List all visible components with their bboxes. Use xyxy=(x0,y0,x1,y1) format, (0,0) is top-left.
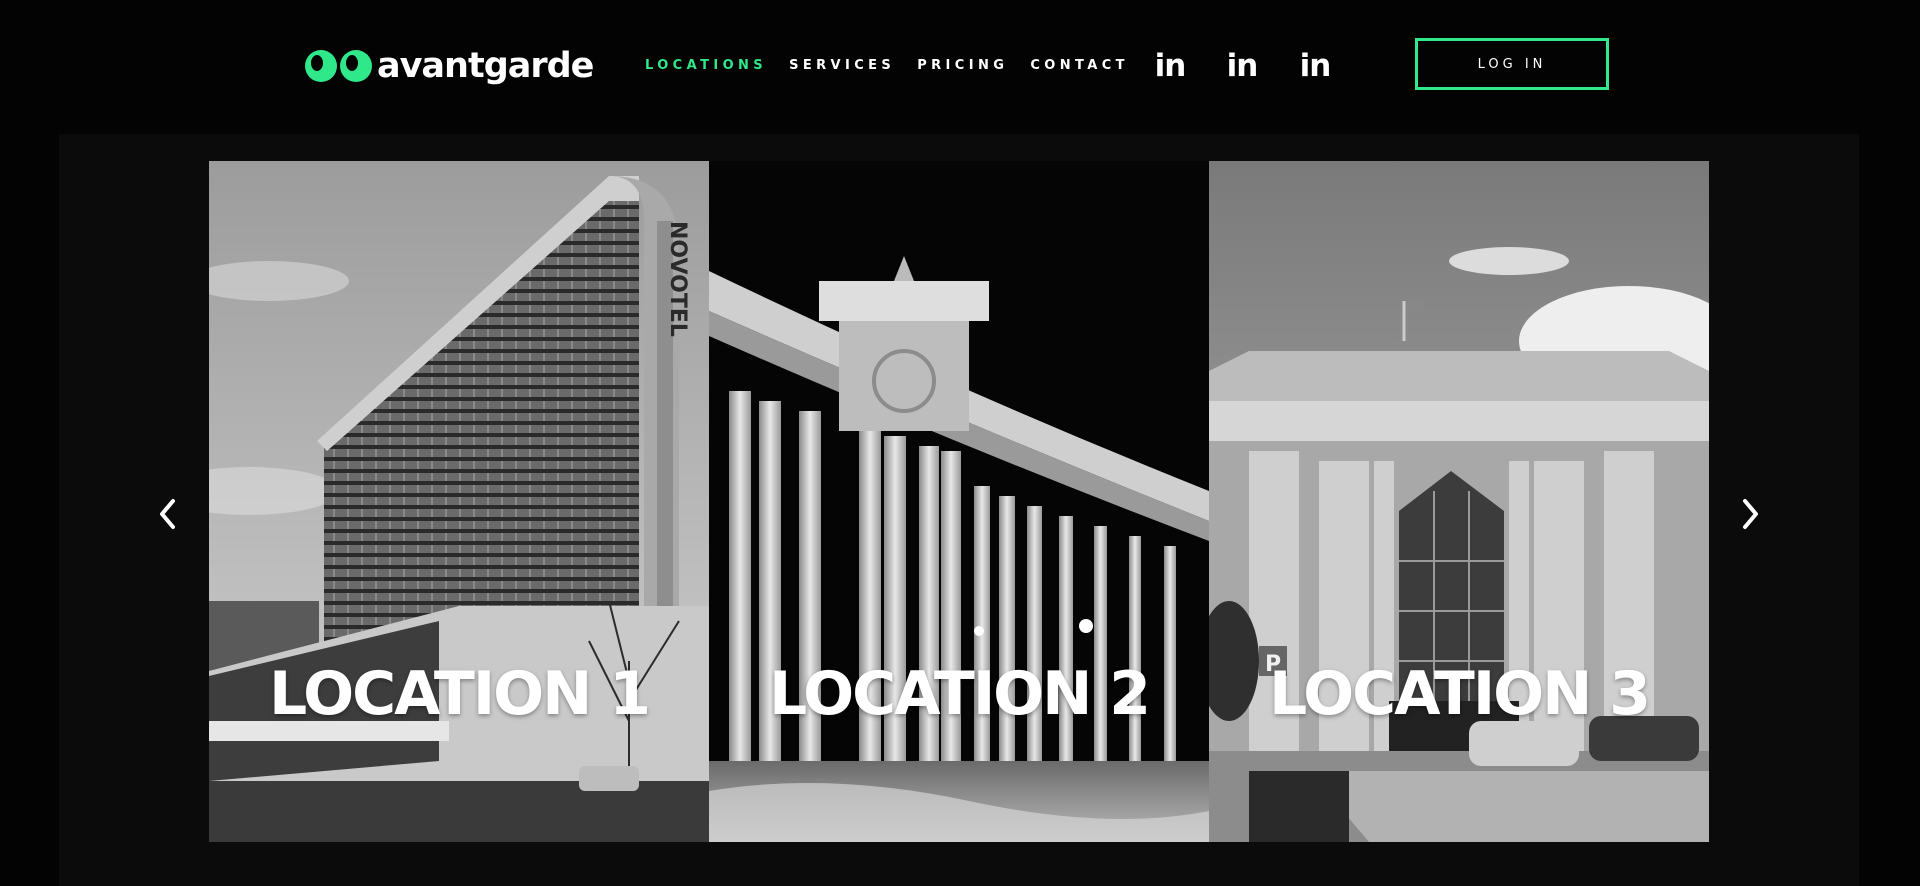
nav-item-services[interactable]: SERVICES xyxy=(789,58,895,74)
linkedin-icon[interactable]: in xyxy=(1224,48,1260,84)
nav-item-locations[interactable]: LOCATIONS xyxy=(645,58,767,74)
location-2-title: LOCATION 2 xyxy=(768,659,1151,729)
main-nav: LOCATIONS SERVICES PRICING CONTACT xyxy=(645,58,1151,74)
location-card-2[interactable]: LOCATION 2 xyxy=(709,161,1209,842)
brand-name: avantgarde xyxy=(377,46,594,86)
novotel-sign-text: NOVOTEL xyxy=(665,221,690,337)
location-1-title: LOCATION 1 xyxy=(268,659,651,729)
linkedin-icon-glyph: in xyxy=(1299,48,1332,84)
location-1-photo: NOVOTEL xyxy=(209,161,709,842)
linkedin-icon[interactable]: in xyxy=(1152,48,1188,84)
brand-logo[interactable]: avantgarde xyxy=(305,46,594,86)
location-3-photo: P xyxy=(1209,161,1709,842)
carousel-next-button[interactable] xyxy=(1728,492,1772,536)
linkedin-icon-glyph: in xyxy=(1226,48,1259,84)
location-3-title: LOCATION 3 xyxy=(1268,659,1651,729)
login-button[interactable]: LOG IN xyxy=(1415,38,1609,90)
nav-item-contact[interactable]: CONTACT xyxy=(1030,58,1129,74)
linkedin-icon-glyph: in xyxy=(1154,48,1187,84)
location-2-photo xyxy=(709,161,1209,842)
logo-eye-icon xyxy=(305,50,337,82)
logo-eye-icon xyxy=(340,50,372,82)
chevron-right-icon xyxy=(1743,499,1758,529)
location-card-3[interactable]: P LOCATION 3 xyxy=(1209,161,1709,842)
location-card-1[interactable]: NOVOTEL LOCATION 1 xyxy=(209,161,709,842)
linkedin-icon[interactable]: in xyxy=(1297,48,1333,84)
chevron-left-icon xyxy=(160,499,175,529)
site-header: avantgarde LOCATIONS SERVICES PRICING CO… xyxy=(0,0,1920,134)
carousel-prev-button[interactable] xyxy=(146,492,190,536)
nav-item-pricing[interactable]: PRICING xyxy=(917,58,1008,74)
locations-carousel: NOVOTEL LOCATION 1 LOCATION 2 P LOCATION… xyxy=(59,134,1859,886)
